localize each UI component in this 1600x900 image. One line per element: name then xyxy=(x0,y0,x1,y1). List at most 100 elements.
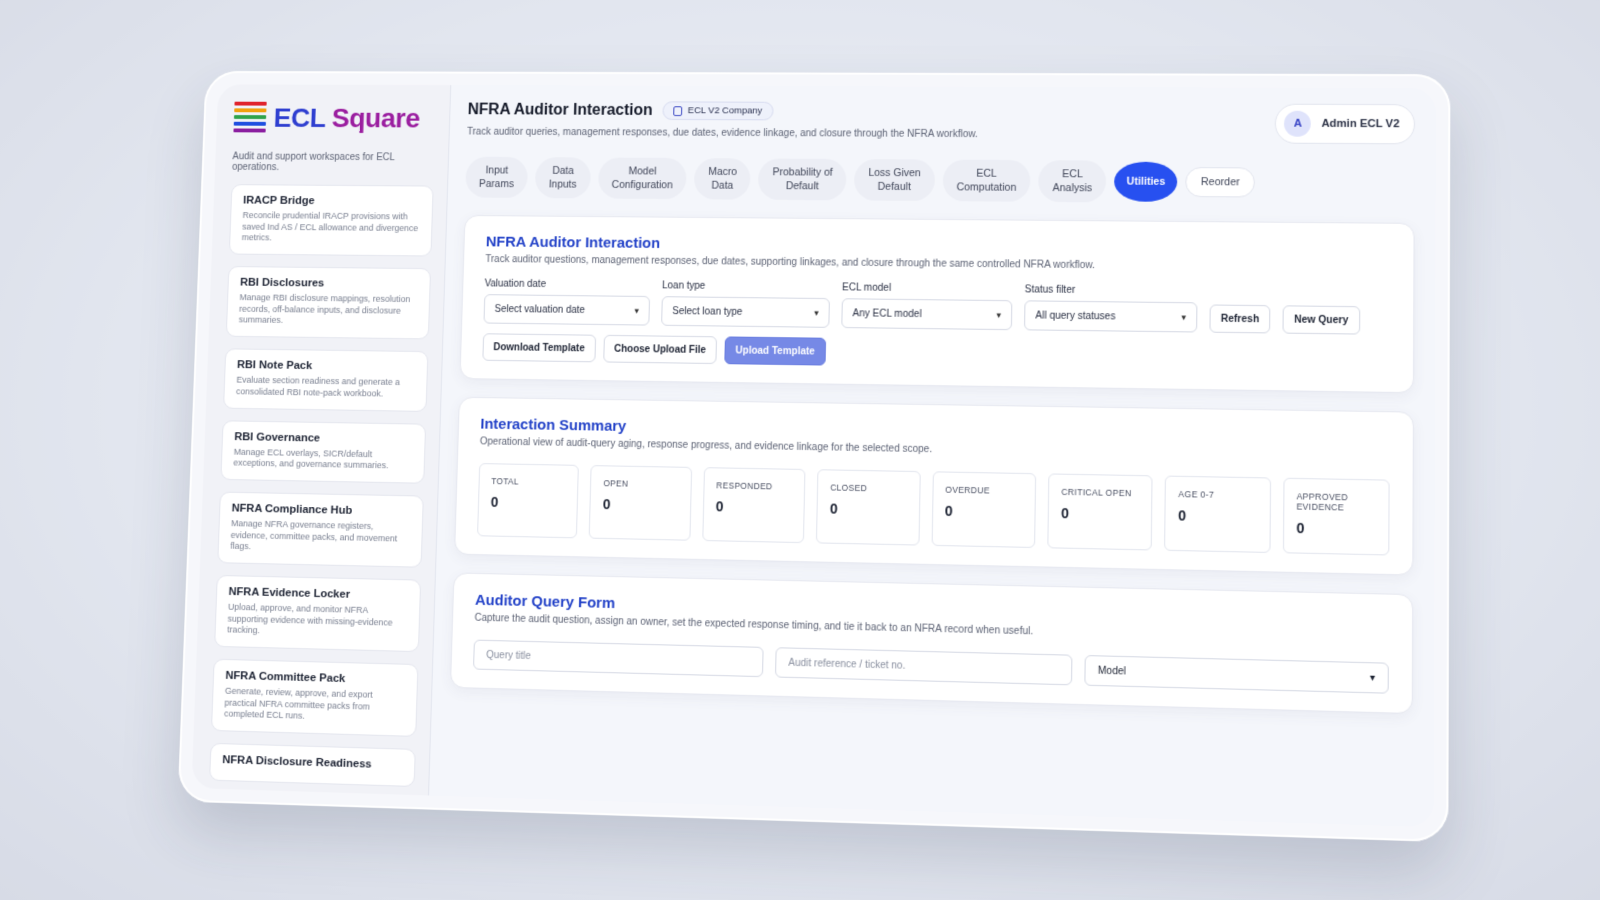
kpi-open: OPEN 0 xyxy=(589,465,692,541)
sidebar-item-title: RBI Governance xyxy=(234,431,413,446)
sidebar-item-rbi-note-pack[interactable]: RBI Note Pack Evaluate section readiness… xyxy=(223,348,428,411)
filter-row: Valuation date Select valuation date ▾ L… xyxy=(483,279,1390,335)
sidebar-item-title: NFRA Committee Pack xyxy=(225,670,405,687)
company-badge[interactable]: ECL V2 Company xyxy=(662,101,773,120)
brand-logo[interactable]: ECL Square xyxy=(233,102,436,136)
status-filter-select[interactable]: All query statuses ▾ xyxy=(1024,301,1197,333)
avatar: A xyxy=(1284,111,1311,137)
kpi-value: 0 xyxy=(945,503,1023,521)
sidebar-item-desc: Manage RBI disclosure mappings, resoluti… xyxy=(239,292,418,328)
upload-template-button[interactable]: Upload Template xyxy=(724,337,826,366)
kpi-overdue: OVERDUE 0 xyxy=(931,472,1036,549)
sidebar-item-nfra-evidence-locker[interactable]: NFRA Evidence Locker Upload, approve, an… xyxy=(214,575,421,652)
tab-input-params[interactable]: Input Params xyxy=(465,157,528,199)
sidebar-item-title: RBI Note Pack xyxy=(237,359,416,373)
summary-panel: Interaction Summary Operational view of … xyxy=(454,397,1414,576)
header: NFRA Auditor Interaction ECL V2 Company … xyxy=(467,101,1415,145)
tab-data-inputs[interactable]: Data Inputs xyxy=(535,157,591,199)
tab-model-configuration[interactable]: Model Configuration xyxy=(598,158,687,200)
kpi-value: 0 xyxy=(716,499,792,517)
logo-ecl: ECL xyxy=(273,103,325,133)
loan-type-field: Loan type Select loan type ▾ xyxy=(661,281,830,328)
query-form-row: Query title Audit reference / ticket no.… xyxy=(473,640,1389,694)
sidebar-item-desc: Reconcile prudential IRACP provisions wi… xyxy=(242,210,421,246)
reorder-button[interactable]: Reorder xyxy=(1185,167,1255,198)
query-form-panel: Auditor Query Form Capture the audit que… xyxy=(450,573,1413,715)
sidebar-item-title: NFRA Evidence Locker xyxy=(228,586,408,602)
tab-ecl-computation[interactable]: ECL Computation xyxy=(942,160,1031,203)
loan-type-label: Loan type xyxy=(662,281,830,294)
chevron-down-icon: ▾ xyxy=(1181,312,1186,323)
loan-type-select[interactable]: Select loan type ▾ xyxy=(661,297,830,329)
tab-probability-of-default[interactable]: Probability of Default xyxy=(758,158,847,200)
page-title: NFRA Auditor Interaction xyxy=(467,101,652,119)
sidebar-item-rbi-governance[interactable]: RBI Governance Manage ECL overlays, SICR… xyxy=(220,420,426,484)
sidebar-item-nfra-committee-pack[interactable]: NFRA Committee Pack Generate, review, ap… xyxy=(211,659,419,737)
tab-macro-data[interactable]: Macro Data xyxy=(694,158,751,200)
sidebar: ECL Square Audit and support workspaces … xyxy=(192,84,452,795)
kpi-critical-open: CRITICAL OPEN 0 xyxy=(1047,474,1153,551)
choose-upload-file-button[interactable]: Choose Upload File xyxy=(603,335,717,364)
tab-ecl-analysis[interactable]: ECL Analysis xyxy=(1038,160,1106,203)
sidebar-item-desc: Manage NFRA governance registers, eviden… xyxy=(230,518,410,556)
valuation-date-value: Select valuation date xyxy=(494,304,585,316)
kpi-value: 0 xyxy=(491,494,566,511)
kpi-label: AGE 0-7 xyxy=(1178,489,1257,501)
kpi-approved-evidence: APPROVED EVIDENCE 0 xyxy=(1283,478,1390,556)
kpi-value: 0 xyxy=(1296,520,1376,538)
tab-utilities[interactable]: Utilities xyxy=(1114,162,1177,202)
kpi-label: CRITICAL OPEN xyxy=(1061,487,1139,499)
sidebar-item-desc: Evaluate section readiness and generate … xyxy=(236,375,415,401)
device-frame: ECL Square Audit and support workspaces … xyxy=(178,71,1451,842)
sidebar-tagline: Audit and support workspaces for ECL ope… xyxy=(232,151,435,173)
page-subtitle: Track auditor queries, management respon… xyxy=(467,127,978,140)
kpi-responded: RESPONDED 0 xyxy=(702,467,806,543)
logo-icon xyxy=(233,102,268,135)
kpi-value: 0 xyxy=(830,501,907,519)
stage: ECL Square Audit and support workspaces … xyxy=(0,0,1600,900)
sidebar-item-desc: Manage ECL overlays, SICR/default except… xyxy=(233,446,412,472)
sidebar-item-title: IRACP Bridge xyxy=(243,195,421,208)
main-content: NFRA Auditor Interaction ECL V2 Company … xyxy=(429,85,1436,827)
model-select-value: Model xyxy=(1098,665,1126,677)
logo-square: Square xyxy=(331,103,420,133)
model-select[interactable]: Model ▾ xyxy=(1084,655,1388,694)
chevron-down-icon: ▾ xyxy=(996,310,1001,321)
kpi-label: CLOSED xyxy=(830,483,907,494)
loan-type-value: Select loan type xyxy=(672,306,742,318)
kpi-label: OPEN xyxy=(603,479,679,490)
kpi-label: RESPONDED xyxy=(716,481,792,492)
company-name: ECL V2 Company xyxy=(688,105,763,116)
kpi-value: 0 xyxy=(1061,505,1139,523)
sidebar-item-desc: Generate, review, approve, and export pr… xyxy=(224,686,405,726)
kpi-total: TOTAL 0 xyxy=(477,463,579,538)
query-title-input[interactable]: Query title xyxy=(473,640,764,678)
kpi-value: 0 xyxy=(603,496,679,513)
user-menu[interactable]: A Admin ECL V2 xyxy=(1275,104,1415,145)
valuation-date-select[interactable]: Select valuation date ▾ xyxy=(483,294,650,325)
status-filter-value: All query statuses xyxy=(1035,310,1115,322)
logo-text: ECL Square xyxy=(273,103,420,134)
chevron-down-icon: ▾ xyxy=(1370,672,1375,684)
user-name: Admin ECL V2 xyxy=(1321,118,1399,130)
sidebar-item-title: NFRA Disclosure Readiness xyxy=(222,754,403,771)
audit-reference-input[interactable]: Audit reference / ticket no. xyxy=(775,648,1072,686)
new-query-button[interactable]: New Query xyxy=(1283,306,1360,335)
refresh-button[interactable]: Refresh xyxy=(1209,305,1270,334)
sidebar-item-nfra-disclosure-readiness[interactable]: NFRA Disclosure Readiness xyxy=(209,743,416,787)
building-icon xyxy=(673,106,682,116)
sidebar-item-iracp-bridge[interactable]: IRACP Bridge Reconcile prudential IRACP … xyxy=(229,184,434,256)
sidebar-item-desc: Upload, approve, and monitor NFRA suppor… xyxy=(227,602,408,641)
download-template-button[interactable]: Download Template xyxy=(482,334,596,363)
ecl-model-select[interactable]: Any ECL model ▾ xyxy=(841,299,1012,331)
kpi-age-0-7: AGE 0-7 0 xyxy=(1164,476,1270,553)
app-window: ECL Square Audit and support workspaces … xyxy=(192,84,1436,827)
sidebar-item-nfra-compliance-hub[interactable]: NFRA Compliance Hub Manage NFRA governan… xyxy=(217,491,424,567)
tab-loss-given-default[interactable]: Loss Given Default xyxy=(854,159,935,201)
kpi-label: APPROVED EVIDENCE xyxy=(1296,492,1376,514)
kpi-label: TOTAL xyxy=(491,476,566,487)
ecl-model-label: ECL model xyxy=(842,283,1013,296)
ecl-model-field: ECL model Any ECL model ▾ xyxy=(841,283,1012,331)
valuation-date-label: Valuation date xyxy=(484,279,650,292)
sidebar-item-rbi-disclosures[interactable]: RBI Disclosures Manage RBI disclosure ma… xyxy=(226,266,431,339)
